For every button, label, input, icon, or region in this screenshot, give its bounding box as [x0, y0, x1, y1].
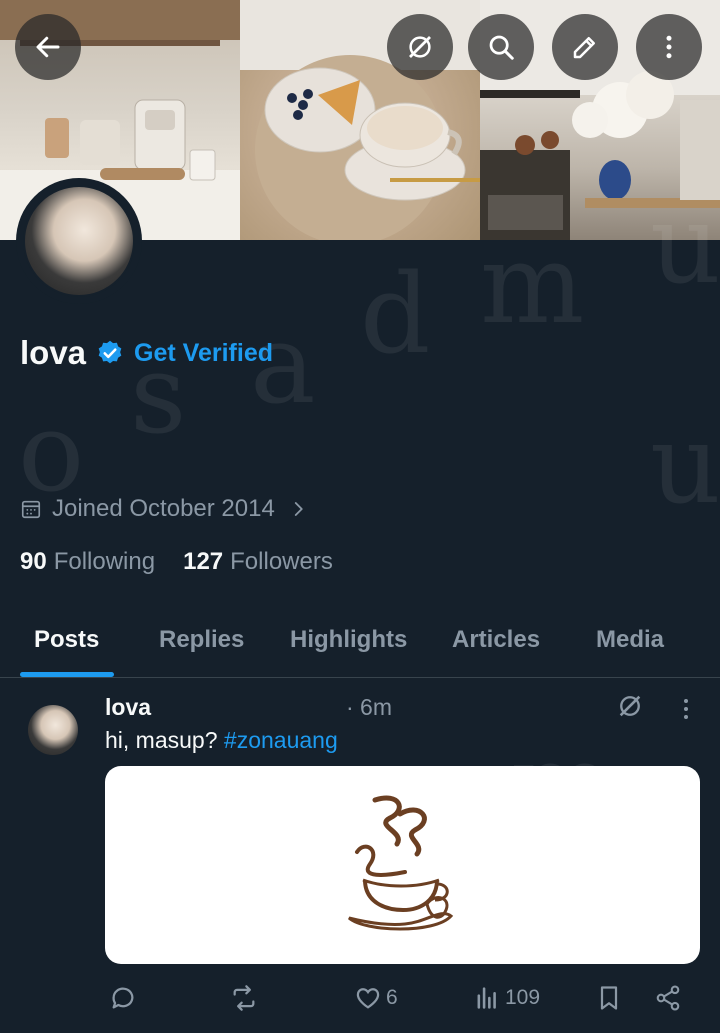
following-link[interactable]: 90 Following — [20, 548, 155, 576]
share-icon — [656, 985, 680, 1011]
reply-button[interactable] — [109, 984, 137, 1012]
profile-name-row: lova Get Verified — [20, 334, 273, 372]
profile-tabs: Posts Replies Highlights Articles Media — [0, 600, 720, 678]
post-avatar[interactable] — [28, 705, 78, 755]
post-actions: 6 109 — [0, 980, 720, 1020]
get-verified-link[interactable]: Get Verified — [134, 339, 273, 368]
grok-icon — [409, 36, 431, 58]
share-button[interactable] — [654, 984, 682, 1012]
repost-button[interactable] — [230, 984, 258, 1012]
like-button[interactable]: 6 — [354, 984, 398, 1012]
post-author-name[interactable]: lova — [105, 694, 151, 721]
joined-date-row[interactable]: Joined October 2014 — [20, 495, 317, 523]
chevron-right-icon — [294, 502, 303, 516]
post-body: hi, masup? — [105, 727, 218, 753]
following-label: Following — [53, 548, 156, 575]
joined-date: Joined October 2014 — [52, 495, 275, 522]
watermark-letter: u — [650, 400, 720, 528]
post-timestamp[interactable]: · 6m — [346, 694, 392, 721]
post-hashtag[interactable]: #zonauang — [224, 727, 338, 753]
follow-stats: 90 Following 127 Followers — [20, 548, 361, 576]
bookmark-icon — [600, 986, 618, 1010]
display-name: lova — [20, 334, 87, 371]
edit-icon — [573, 37, 595, 59]
verified-badge-icon[interactable] — [96, 339, 124, 367]
tab-media[interactable]: Media — [596, 626, 664, 654]
more-icon — [666, 35, 672, 59]
back-button[interactable] — [15, 14, 81, 80]
post-more-icon[interactable] — [676, 696, 696, 722]
tab-articles[interactable]: Articles — [452, 626, 540, 654]
active-tab-indicator — [20, 672, 114, 677]
grok-icon[interactable] — [616, 692, 644, 720]
views-button[interactable]: 109 — [473, 984, 540, 1012]
followers-label: Followers — [230, 548, 333, 575]
back-arrow-icon — [36, 36, 60, 58]
followers-link[interactable]: 127 Followers — [183, 548, 333, 576]
post-media-image[interactable] — [105, 766, 700, 964]
following-count: 90 — [20, 548, 47, 575]
view-count: 109 — [505, 986, 541, 1009]
avatar-image — [23, 185, 135, 297]
reply-icon — [112, 987, 134, 1009]
bookmark-button[interactable] — [595, 984, 623, 1012]
coffee-cup-illustration — [348, 795, 454, 931]
search-button[interactable] — [468, 14, 534, 80]
edit-button[interactable] — [552, 14, 618, 80]
repost-icon — [233, 985, 255, 1011]
search-icon — [489, 35, 514, 60]
grok-button[interactable] — [387, 14, 453, 80]
like-icon — [356, 988, 380, 1009]
more-button[interactable] — [636, 14, 702, 80]
profile-avatar[interactable] — [16, 178, 142, 304]
tab-posts[interactable]: Posts — [34, 626, 99, 654]
post-text: hi, masup? #zonauang — [105, 727, 338, 754]
tab-replies[interactable]: Replies — [159, 626, 244, 654]
calendar-icon — [21, 500, 41, 519]
tab-highlights[interactable]: Highlights — [290, 626, 407, 654]
views-icon — [477, 987, 496, 1009]
banner-toolbar — [0, 14, 720, 80]
like-count: 6 — [386, 986, 398, 1009]
followers-count: 127 — [183, 548, 224, 575]
watermark-letter: d — [360, 250, 431, 378]
